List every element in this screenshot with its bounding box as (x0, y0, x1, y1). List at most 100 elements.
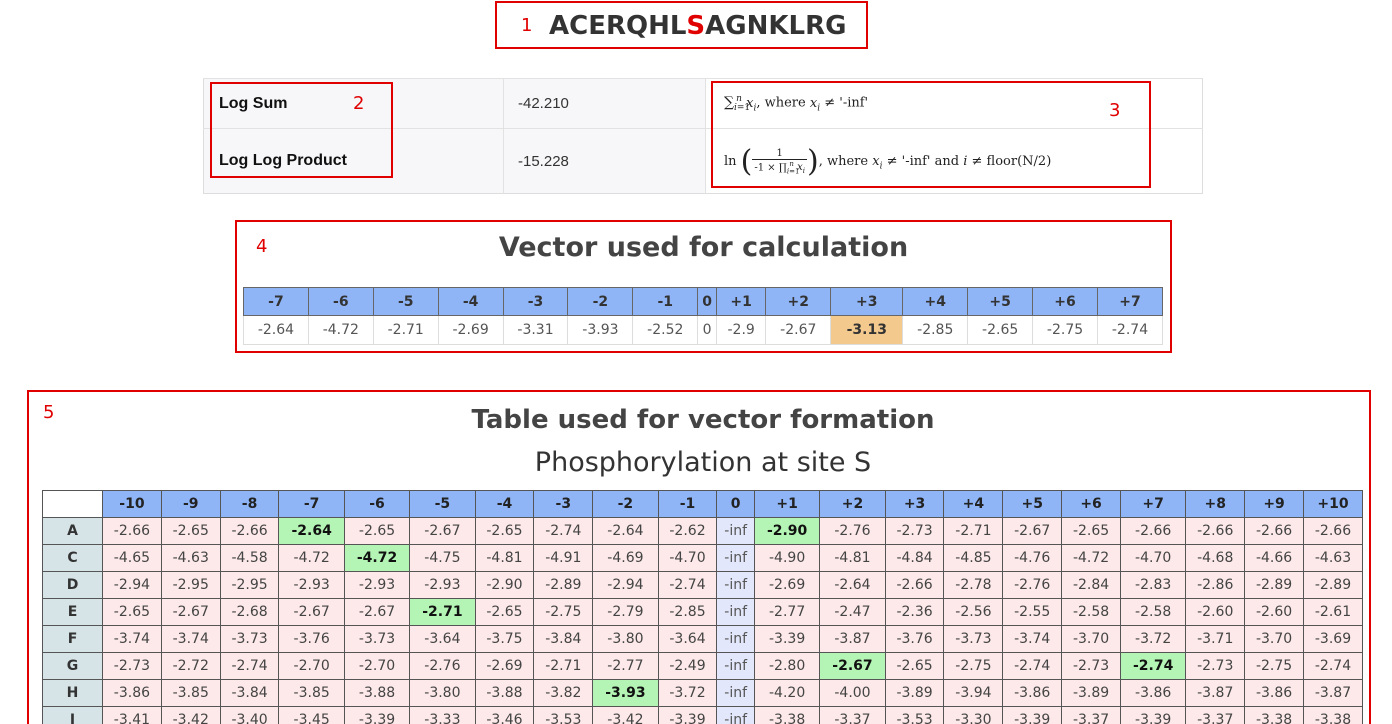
matrix-cell: -3.73 (343, 625, 411, 653)
vector-position-header: -7 (243, 287, 309, 316)
matrix-cell: -2.71 (943, 517, 1004, 545)
matrix-cell: -3.40 (219, 706, 280, 724)
matrix-cell: -2.73 (1061, 652, 1121, 680)
matrix-cell: -2.65 (102, 598, 162, 626)
vector-position-header: -3 (502, 287, 569, 316)
vector-position-header: +1 (715, 287, 767, 316)
matrix-cell: -2.75 (1244, 652, 1304, 680)
table-row: G -2.73 -2.72 -2.74 -2.70 -2.70 -2.76 -2.69 -2.7… (42, 652, 1364, 680)
matrix-cell: -2.47 (819, 598, 886, 626)
vector-position-header: +3 (830, 287, 904, 316)
vector-value: -3.93 (567, 315, 634, 345)
matrix-cell: -3.64 (409, 625, 476, 653)
amino-acid-row-header: D (42, 571, 103, 599)
matrix-cell: -3.85 (160, 679, 221, 707)
matrix-cell: -3.80 (592, 625, 659, 653)
table-row: D -2.94 -2.95 -2.95 -2.93 -2.93 -2.93 -2.90 -2.8… (42, 571, 1364, 599)
matrix-cell: -3.76 (278, 625, 345, 653)
matrix-cell: -3.30 (943, 706, 1004, 724)
vector-position-header: +5 (967, 287, 1034, 316)
matrix-cell: -3.76 (884, 625, 945, 653)
amino-acid-row-header: A (42, 517, 103, 545)
matrix-cell: -3.72 (657, 679, 718, 707)
matrix-cell: -2.71 (533, 652, 594, 680)
matrix-cell: -2.75 (943, 652, 1004, 680)
matrix-cell: -4.63 (160, 544, 221, 572)
matrix-column-header: -3 (533, 490, 594, 518)
matrix-cell: -2.65 (474, 517, 535, 545)
matrix-cell: -4.58 (219, 544, 280, 572)
vector-position-header: -2 (567, 287, 634, 316)
matrix-cell-site: -inf (716, 706, 755, 724)
matrix-cell-selected: -2.90 (753, 517, 821, 545)
matrix-cell: -2.55 (1002, 598, 1063, 626)
matrix-cell: -2.69 (474, 652, 535, 680)
matrix-cell: -3.53 (533, 706, 594, 724)
vector-position-header: +4 (902, 287, 969, 316)
matrix-column-header: +4 (943, 490, 1004, 518)
matrix-cell: -4.63 (1302, 544, 1364, 572)
matrix-cell: -2.76 (1002, 571, 1063, 599)
matrix-cell: -3.64 (657, 625, 718, 653)
amino-acid-row-header: F (42, 625, 103, 653)
matrix-column-header: +1 (753, 490, 821, 518)
matrix-cell: -2.66 (102, 517, 162, 545)
matrix-body: A -2.66 -2.65 -2.66 -2.64 -2.65 -2.67 -2.65 -2.7… (42, 517, 1364, 724)
vector-position-header: +6 (1032, 287, 1098, 316)
matrix-cell: -3.39 (657, 706, 718, 724)
sequence-after-site: AGNKLRG (705, 11, 847, 41)
matrix-column-header: -2 (592, 490, 659, 518)
vector-value: 0 (697, 315, 717, 345)
matrix-cell-site: -inf (716, 625, 755, 653)
vector-value: -3.31 (502, 315, 569, 345)
matrix-cell: -2.74 (1002, 652, 1063, 680)
matrix-cell: -2.62 (657, 517, 718, 545)
matrix-cell: -4.72 (1061, 544, 1121, 572)
matrix-cell-selected: -4.72 (343, 544, 411, 572)
matrix-cell: -2.75 (533, 598, 594, 626)
metric-value: -42.210 (503, 77, 706, 129)
matrix-cell: -2.85 (657, 598, 718, 626)
table-row: C -4.65 -4.63 -4.58 -4.72 -4.72 -4.75 -4.81 -4.9… (42, 544, 1364, 572)
matrix-cell: -2.95 (219, 571, 280, 599)
matrix-cell-selected: -2.71 (409, 598, 476, 626)
matrix-cell: -2.64 (592, 517, 659, 545)
matrix-cell: -4.91 (533, 544, 594, 572)
vector-value: -2.75 (1032, 315, 1098, 345)
matrix-cell-selected: -3.93 (592, 679, 659, 707)
vector-position-header: -1 (632, 287, 699, 316)
matrix-cell: -2.66 (1244, 517, 1304, 545)
matrix-cell: -2.84 (1061, 571, 1121, 599)
matrix-cell: -2.67 (278, 598, 345, 626)
matrix-cell: -2.93 (343, 571, 411, 599)
matrix-cell: -3.39 (343, 706, 411, 724)
table-row: E -2.65 -2.67 -2.68 -2.67 -2.67 -2.71 -2.65 -2.7… (42, 598, 1364, 626)
vector-position-header: +2 (765, 287, 832, 316)
matrix-cell: -4.20 (753, 679, 821, 707)
vector-value: -2.85 (902, 315, 969, 345)
matrix-cell: -3.74 (160, 625, 221, 653)
matrix-cell: -3.41 (102, 706, 162, 724)
matrix-cell: -2.66 (884, 571, 945, 599)
matrix-column-header: -9 (160, 490, 221, 518)
matrix-cell: -2.76 (819, 517, 886, 545)
vector-position-header: -6 (307, 287, 374, 316)
matrix-cell: -3.46 (474, 706, 535, 724)
matrix-cell: -3.82 (533, 679, 594, 707)
vector-value-highlighted: -3.13 (830, 315, 904, 345)
matrix-cell: -3.42 (592, 706, 659, 724)
matrix-cell-site: -inf (716, 652, 755, 680)
amino-acid-row-header: C (42, 544, 103, 572)
matrix-cell: -4.72 (278, 544, 345, 572)
matrix-cell: -2.61 (1302, 598, 1364, 626)
amino-acid-row-header: H (42, 679, 103, 707)
matrix-cell: -3.38 (753, 706, 821, 724)
annotation-box-2 (210, 82, 393, 178)
matrix-cell: -2.73 (884, 517, 945, 545)
matrix-cell: -2.90 (474, 571, 535, 599)
annotation-box-3 (711, 81, 1151, 188)
matrix-cell: -4.00 (819, 679, 886, 707)
matrix-cell: -3.39 (1002, 706, 1063, 724)
matrix-cell: -3.73 (219, 625, 280, 653)
matrix-cell-site: -inf (716, 598, 755, 626)
